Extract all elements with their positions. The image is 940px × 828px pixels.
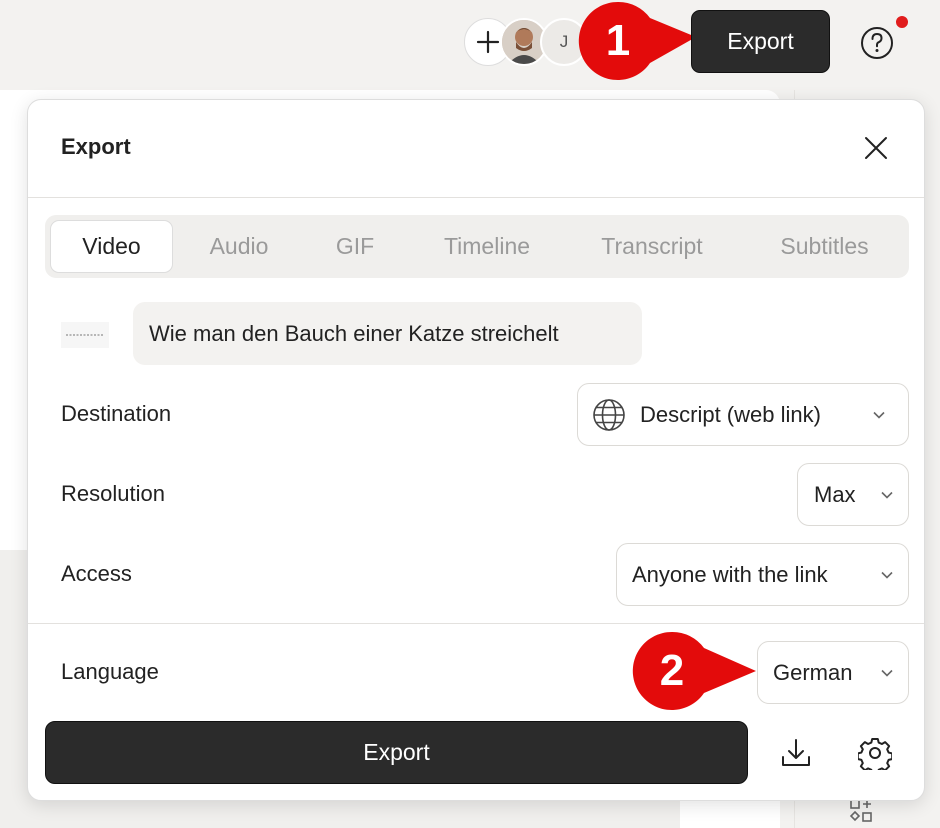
- modal-title: Export: [61, 134, 131, 159]
- globe-icon: [593, 399, 625, 431]
- export-type-tabs: Video Audio GIF Timeline Transcript Subt…: [45, 215, 909, 278]
- tab-timeline[interactable]: Timeline: [417, 220, 557, 273]
- annotation-marker-1: 1: [578, 1, 696, 81]
- question-circle-icon[interactable]: [860, 26, 894, 60]
- annotation-number-2: 2: [659, 646, 685, 695]
- tab-audio[interactable]: Audio: [180, 220, 298, 273]
- access-label: Access: [61, 561, 132, 586]
- chevron-down-icon: [873, 411, 885, 419]
- destination-select[interactable]: Descript (web link): [577, 383, 909, 446]
- annotation-marker-2: 2: [632, 631, 756, 711]
- destination-label: Destination: [61, 401, 172, 426]
- chevron-down-icon: [881, 491, 893, 499]
- plus-icon: [476, 30, 500, 54]
- tab-gif[interactable]: GIF: [305, 220, 405, 273]
- gear-icon[interactable]: [858, 736, 892, 770]
- export-modal: Export Video Audio GIF Timeline Transcri…: [27, 99, 925, 801]
- annotation-number-1: 1: [605, 16, 631, 65]
- language-value: German: [773, 659, 853, 685]
- grid-add-icon: [849, 799, 872, 822]
- language-label: Language: [61, 659, 159, 684]
- tab-video[interactable]: Video: [50, 220, 173, 273]
- tab-transcript[interactable]: Transcript: [577, 220, 727, 273]
- section-divider: [28, 623, 924, 624]
- chevron-down-icon: [881, 571, 893, 579]
- resolution-value: Max: [814, 481, 856, 507]
- download-icon[interactable]: [779, 736, 813, 770]
- chevron-down-icon: [881, 669, 893, 677]
- header-divider: [28, 197, 924, 198]
- access-select[interactable]: Anyone with the link: [616, 543, 909, 606]
- video-thumbnail: [61, 322, 109, 348]
- resolution-select[interactable]: Max: [797, 463, 909, 526]
- resolution-label: Resolution: [61, 481, 165, 506]
- destination-value: Descript (web link): [640, 401, 821, 427]
- language-select[interactable]: German: [757, 641, 909, 704]
- export-button[interactable]: Export: [45, 721, 748, 784]
- project-title-field[interactable]: Wie man den Bauch einer Katze streichelt: [133, 302, 642, 365]
- notification-dot: [894, 14, 910, 30]
- access-value: Anyone with the link: [632, 561, 828, 587]
- top-export-button[interactable]: Export: [691, 10, 830, 73]
- tab-subtitles[interactable]: Subtitles: [757, 220, 892, 273]
- close-icon[interactable]: [862, 134, 890, 162]
